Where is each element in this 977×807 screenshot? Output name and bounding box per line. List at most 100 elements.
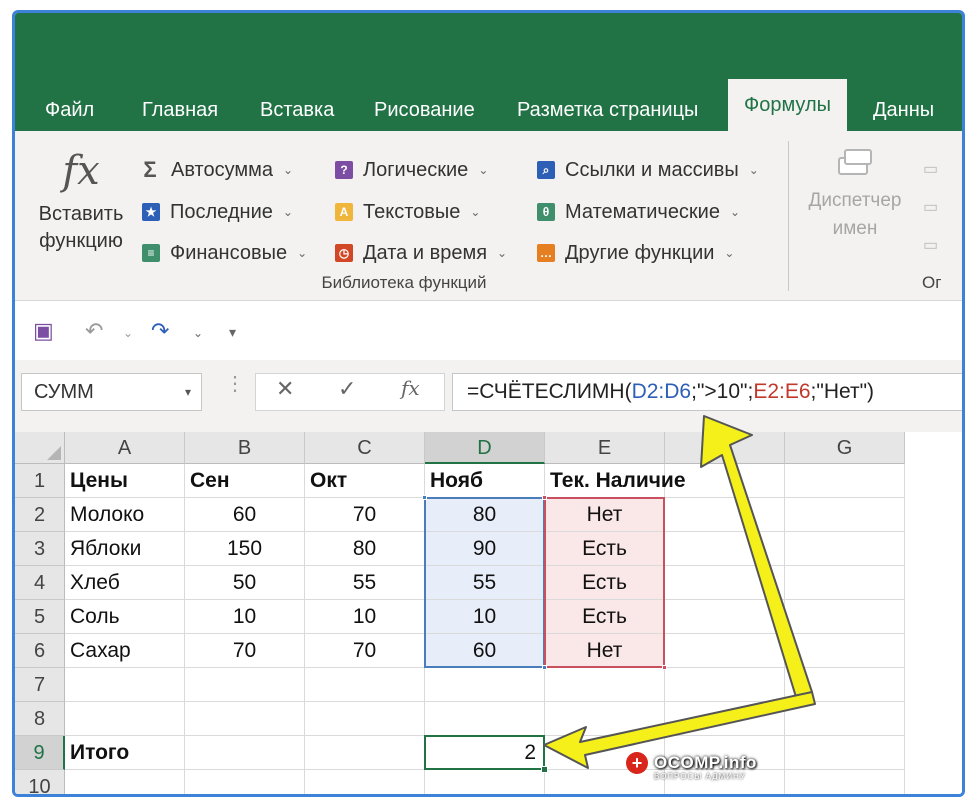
cell-a1[interactable]: Цены <box>65 464 185 498</box>
cell-b9[interactable] <box>185 736 305 770</box>
cell-f6[interactable] <box>665 634 785 668</box>
cell-b1[interactable]: Сен <box>185 464 305 498</box>
math-button[interactable]: θ Математические ⌄ <box>537 197 740 227</box>
cell-c4[interactable]: 55 <box>305 566 425 600</box>
cell-c10[interactable] <box>305 770 425 794</box>
name-box[interactable]: СУММ ▾ <box>21 373 202 411</box>
cell-b7[interactable] <box>185 668 305 702</box>
formula-input[interactable]: =СЧЁТЕСЛИМН(D2:D6;">10";E2:E6;"Нет") <box>452 373 962 411</box>
datetime-button[interactable]: ◷ Дата и время ⌄ <box>335 238 507 268</box>
column-header-d[interactable]: D <box>425 432 545 464</box>
cell-c8[interactable] <box>305 702 425 736</box>
customize-qat-icon[interactable]: ▾ <box>229 324 236 341</box>
row-header-3[interactable]: 3 <box>15 532 65 566</box>
column-header-b[interactable]: B <box>185 432 305 464</box>
cell-g7[interactable] <box>785 668 905 702</box>
cell-b3[interactable]: 150 <box>185 532 305 566</box>
cell-e3[interactable]: Есть <box>545 532 665 566</box>
cell-c3[interactable]: 80 <box>305 532 425 566</box>
cell-e8[interactable] <box>545 702 665 736</box>
column-header-a[interactable]: A <box>65 432 185 464</box>
cell-a6[interactable]: Сахар <box>65 634 185 668</box>
name-manager-button[interactable]: Диспетчер имен <box>805 143 905 243</box>
row-header-8[interactable]: 8 <box>15 702 65 736</box>
undo-dropdown-icon[interactable]: ⌄ <box>123 326 133 340</box>
cell-a9[interactable]: Итого <box>65 736 185 770</box>
cell-b8[interactable] <box>185 702 305 736</box>
column-header-f[interactable]: F <box>665 432 785 464</box>
tab-home[interactable]: Главная <box>142 95 218 131</box>
cell-a10[interactable] <box>65 770 185 794</box>
cell-f1[interactable] <box>665 464 785 498</box>
cell-a7[interactable] <box>65 668 185 702</box>
cell-f4[interactable] <box>665 566 785 600</box>
cell-d8[interactable] <box>425 702 545 736</box>
cell-b5[interactable]: 10 <box>185 600 305 634</box>
tab-insert[interactable]: Вставка <box>260 95 334 131</box>
cell-d2[interactable]: 80 <box>425 498 545 532</box>
text-button[interactable]: A Текстовые ⌄ <box>335 197 480 227</box>
row-header-7[interactable]: 7 <box>15 668 65 702</box>
cell-d3[interactable]: 90 <box>425 532 545 566</box>
insert-function-icon[interactable]: fx <box>401 376 420 400</box>
redo-dropdown-icon[interactable]: ⌄ <box>193 326 203 340</box>
column-header-e[interactable]: E <box>545 432 665 464</box>
cell-a3[interactable]: Яблоки <box>65 532 185 566</box>
save-icon[interactable]: ▣ <box>33 318 54 344</box>
cell-f7[interactable] <box>665 668 785 702</box>
tab-file[interactable]: Файл <box>45 95 94 131</box>
row-header-5[interactable]: 5 <box>15 600 65 634</box>
cell-d5[interactable]: 10 <box>425 600 545 634</box>
more-functions-button[interactable]: … Другие функции ⌄ <box>537 238 734 268</box>
cell-g10[interactable] <box>785 770 905 794</box>
cell-d1[interactable]: Нояб <box>425 464 545 498</box>
cell-e5[interactable]: Есть <box>545 600 665 634</box>
insert-function-button[interactable]: fx Вставить функцию <box>33 143 129 255</box>
autosum-button[interactable]: Σ Автосумма ⌄ <box>139 155 293 185</box>
cell-d4[interactable]: 55 <box>425 566 545 600</box>
column-header-g[interactable]: G <box>785 432 905 464</box>
tab-data[interactable]: Данны <box>873 95 934 131</box>
cell-d9[interactable]: 2 <box>425 736 545 770</box>
cell-g6[interactable] <box>785 634 905 668</box>
cell-f3[interactable] <box>665 532 785 566</box>
column-header-c[interactable]: C <box>305 432 425 464</box>
cell-a2[interactable]: Молоко <box>65 498 185 532</box>
cell-g4[interactable] <box>785 566 905 600</box>
recent-button[interactable]: ★ Последние ⌄ <box>142 197 293 227</box>
undo-icon[interactable]: ↶ <box>85 318 103 344</box>
cell-g3[interactable] <box>785 532 905 566</box>
cell-b6[interactable]: 70 <box>185 634 305 668</box>
row-header-6[interactable]: 6 <box>15 634 65 668</box>
cell-b2[interactable]: 60 <box>185 498 305 532</box>
cell-g5[interactable] <box>785 600 905 634</box>
cell-e1[interactable]: Тек. Наличие <box>545 464 686 498</box>
cell-e6[interactable]: Нет <box>545 634 665 668</box>
cell-c7[interactable] <box>305 668 425 702</box>
chevron-down-icon[interactable]: ▾ <box>185 374 191 410</box>
drag-handle-icon[interactable]: ⋮ <box>225 374 245 394</box>
cell-e2[interactable]: Нет <box>545 498 665 532</box>
cell-c6[interactable]: 70 <box>305 634 425 668</box>
cell-b10[interactable] <box>185 770 305 794</box>
redo-icon[interactable]: ↷ <box>151 318 169 344</box>
select-all-corner[interactable] <box>15 432 65 464</box>
financial-button[interactable]: ≡ Финансовые ⌄ <box>142 238 307 268</box>
cell-c5[interactable]: 10 <box>305 600 425 634</box>
cell-b4[interactable]: 50 <box>185 566 305 600</box>
cell-d6[interactable]: 60 <box>425 634 545 668</box>
cell-g2[interactable] <box>785 498 905 532</box>
logical-button[interactable]: ? Логические ⌄ <box>335 155 488 185</box>
enter-icon[interactable]: ✓ <box>338 376 356 402</box>
tab-formulas[interactable]: Формулы <box>728 79 848 131</box>
cell-e7[interactable] <box>545 668 665 702</box>
lookup-button[interactable]: ⌕ Ссылки и массивы ⌄ <box>537 155 759 185</box>
cancel-icon[interactable]: ✕ <box>276 376 294 402</box>
cell-a5[interactable]: Соль <box>65 600 185 634</box>
tab-draw[interactable]: Рисование <box>374 95 475 131</box>
row-header-4[interactable]: 4 <box>15 566 65 600</box>
tab-page-layout[interactable]: Разметка страницы <box>517 95 698 131</box>
cell-d7[interactable] <box>425 668 545 702</box>
cell-g1[interactable] <box>785 464 905 498</box>
cell-f5[interactable] <box>665 600 785 634</box>
